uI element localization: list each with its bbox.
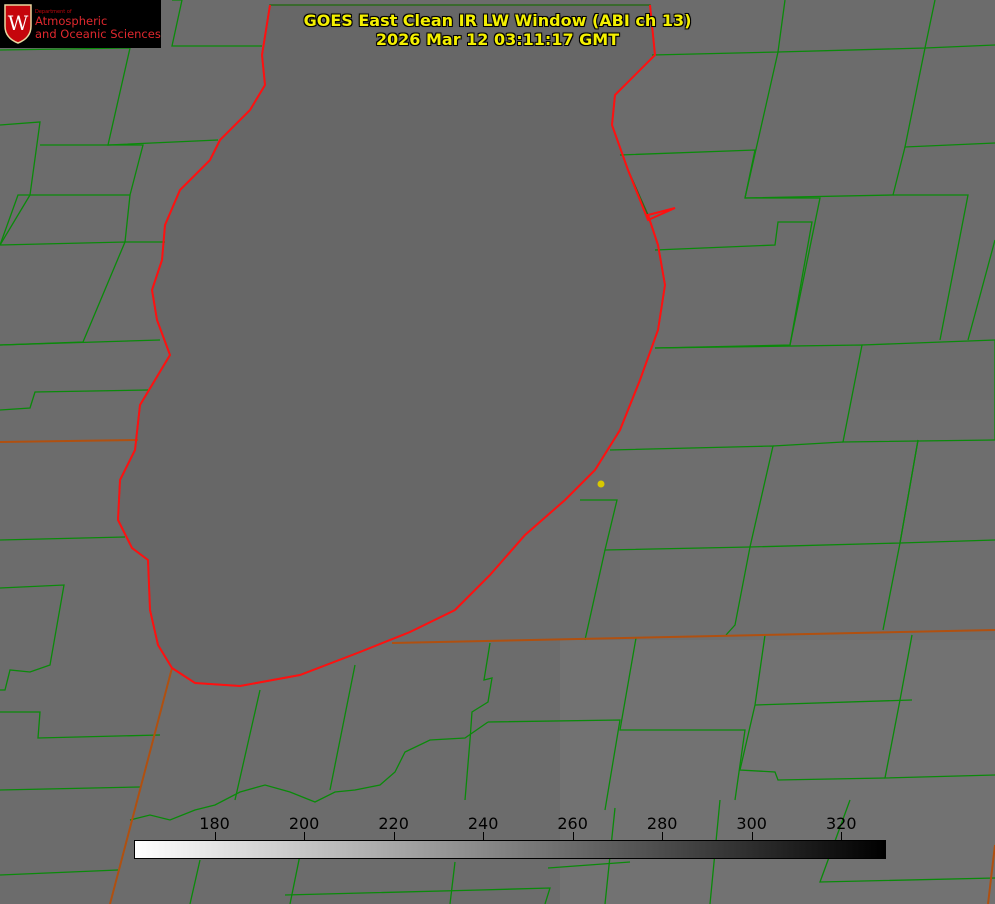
map-canvas (0, 0, 995, 904)
colorbar-tick (214, 832, 216, 840)
colorbar-tick (841, 832, 843, 840)
location-marker (597, 480, 605, 488)
colorbar-tick-label: 220 (378, 814, 409, 833)
colorbar-tick-label: 240 (467, 814, 499, 833)
colorbar-tick-label: 180 (199, 814, 230, 833)
colorbar-tick-label: 320 (825, 814, 857, 833)
colorbar-tick (304, 832, 306, 840)
satellite-image: W Department of Atmospheric and Oceanic … (0, 0, 995, 904)
colorbar-tick-label: 200 (288, 814, 320, 833)
warmer-land-region (560, 640, 995, 904)
colorbar-tick (483, 832, 485, 840)
colorbar (134, 840, 886, 859)
colorbar-tick (662, 832, 664, 840)
land-region-east (620, 400, 995, 640)
colorbar-tick (393, 832, 395, 840)
colorbar-tick-label: 260 (557, 814, 588, 833)
colorbar-tick-label: 300 (736, 814, 767, 833)
colorbar-tick (751, 832, 753, 840)
colorbar-tick (572, 832, 574, 840)
image-title: GOES East Clean IR LW Window (ABI ch 13) (303, 11, 692, 30)
image-timestamp: 2026 Mar 12 03:11:17 GMT (375, 30, 620, 49)
colorbar-tick-label: 280 (646, 814, 678, 833)
